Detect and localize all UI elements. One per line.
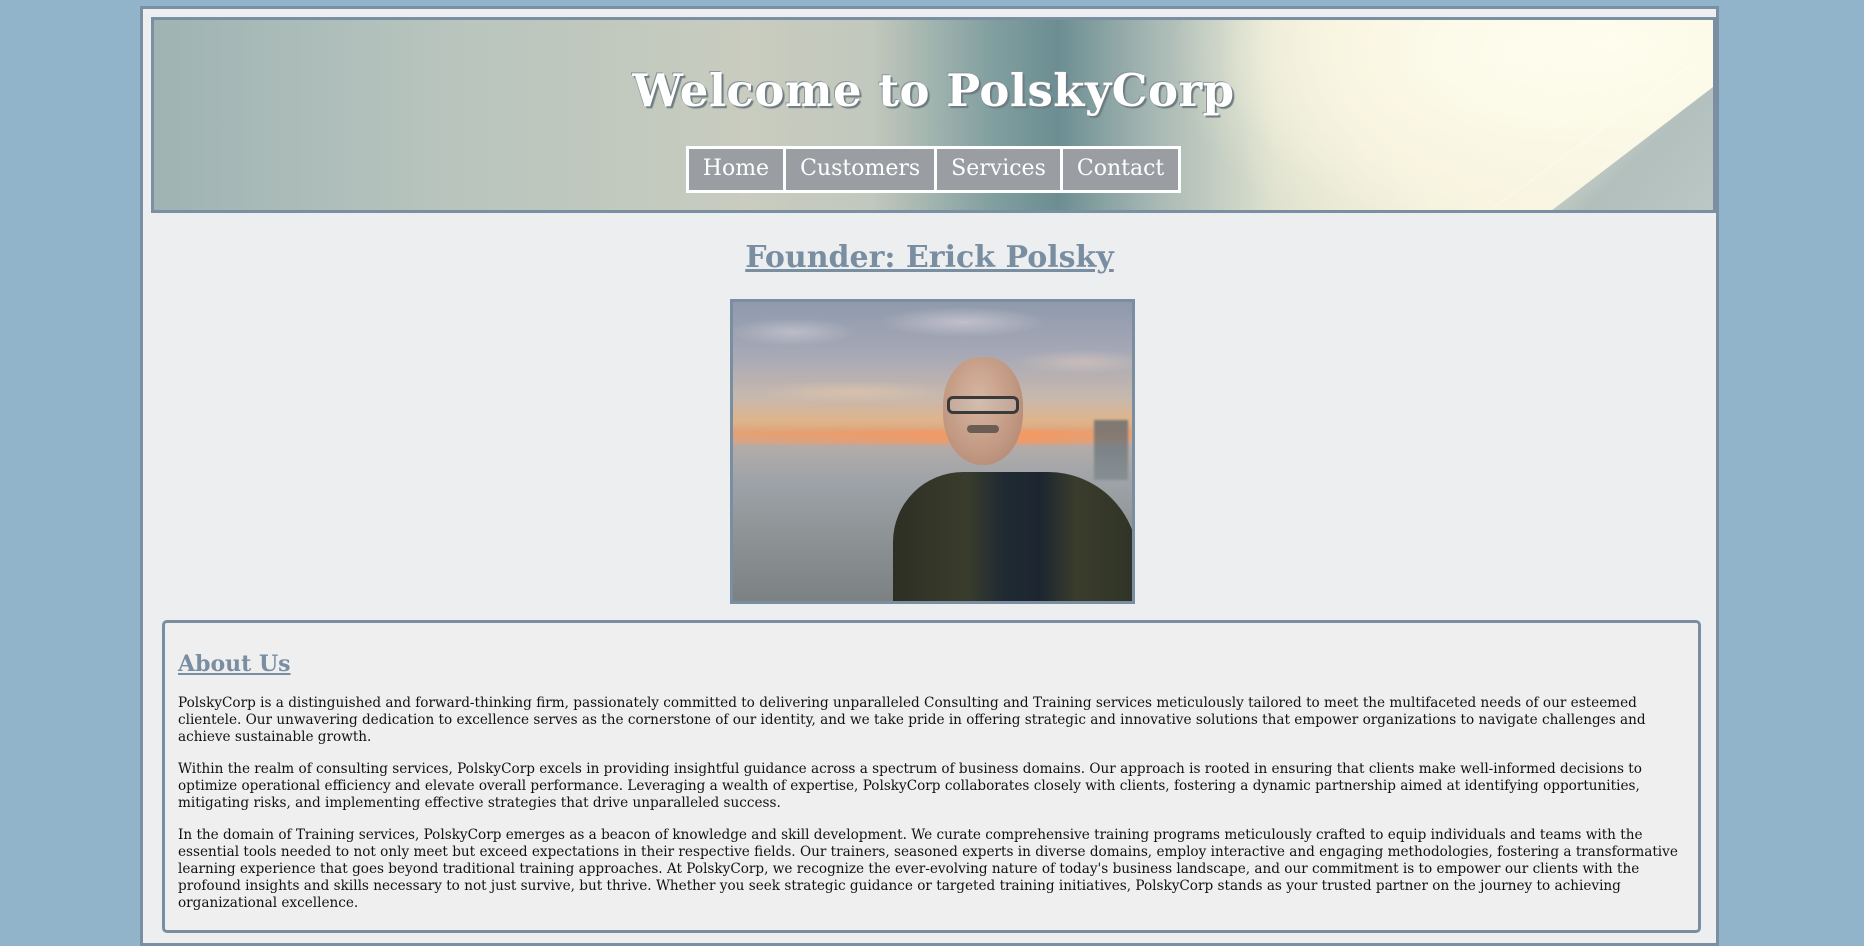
nav-home-link[interactable]: Home [688, 149, 784, 190]
about-paragraph: Within the realm of consulting services,… [178, 761, 1642, 811]
photo-sunset-horizon [733, 430, 1132, 444]
photo-clouds [733, 302, 1132, 437]
about-paragraph: In the domain of Training services, Pols… [178, 827, 1678, 911]
site-header: Welcome to PolskyCorp Home Customers Ser… [151, 17, 1716, 213]
nav-bar: Home Customers Services Contact [685, 146, 1182, 193]
photo-person-body [893, 472, 1132, 601]
nav-contact-link[interactable]: Contact [1062, 149, 1179, 190]
about-paragraph: PolskyCorp is a distinguished and forwar… [178, 695, 1646, 745]
founder-photo [730, 299, 1135, 604]
about-section: About Us PolskyCorp is a distinguished a… [162, 620, 1701, 933]
photo-pier [1094, 420, 1128, 480]
main-nav: Home Customers Services Contact [154, 146, 1713, 193]
photo-glasses [947, 396, 1019, 414]
about-heading: About Us [178, 651, 291, 677]
founder-heading: Founder: Erick Polsky [745, 240, 1114, 275]
site-title: Welcome to PolskyCorp [632, 64, 1235, 117]
nav-customers-link[interactable]: Customers [786, 149, 935, 190]
nav-services-link[interactable]: Services [937, 149, 1060, 190]
page-container: Welcome to PolskyCorp Home Customers Ser… [140, 6, 1719, 946]
photo-mustache [967, 425, 999, 433]
